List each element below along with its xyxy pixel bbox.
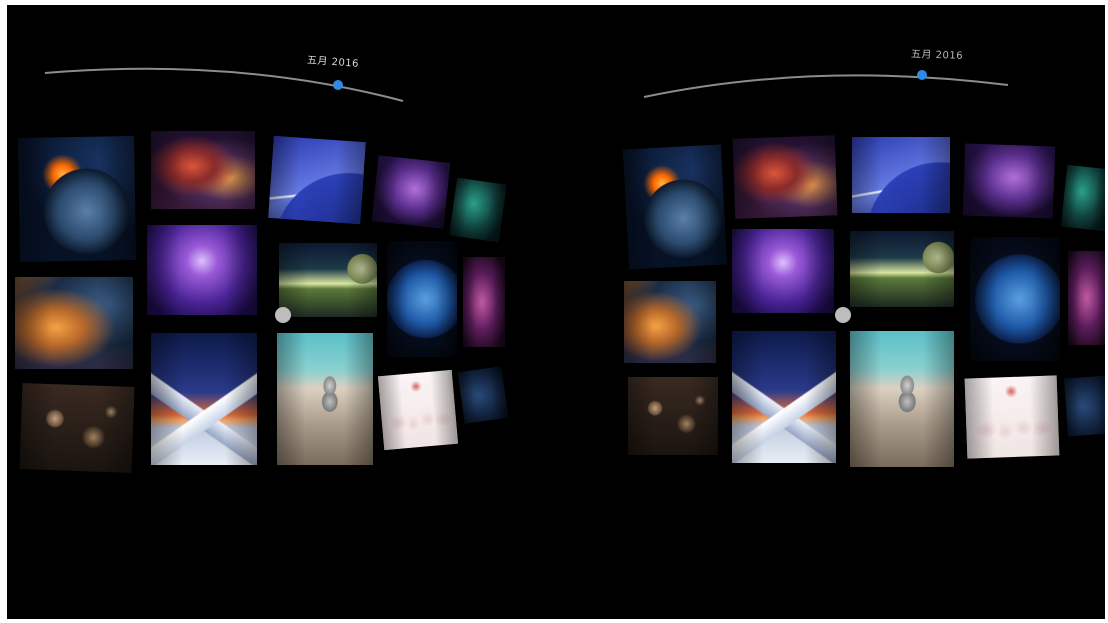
photo-tile-horizon[interactable] — [850, 231, 954, 307]
timeline-handle[interactable] — [917, 70, 927, 80]
photo-tile-planet-fire[interactable] — [17, 135, 137, 263]
photo-grid — [614, 125, 1105, 475]
photo-tile-girls[interactable] — [964, 375, 1060, 459]
photo-tile-pink-nebula[interactable] — [1068, 251, 1105, 345]
photo-tile-planet-arc[interactable] — [268, 135, 366, 225]
left-eye-view: 五月 2016 — [7, 5, 556, 619]
timeline-date-label: 五月 2016 — [910, 49, 964, 62]
photo-tile-asteroids[interactable] — [19, 383, 135, 473]
photo-tile-dark-blue[interactable] — [457, 366, 509, 424]
timeline-track[interactable] — [643, 74, 1009, 98]
gaze-cursor-dot — [275, 307, 291, 323]
photo-grid — [15, 125, 515, 475]
photo-tile-mountain[interactable] — [151, 333, 257, 465]
photo-tile-planet-arc[interactable] — [852, 137, 950, 213]
photo-tile-nebula-teal[interactable] — [449, 177, 507, 243]
photo-tile-nebula-orange[interactable] — [15, 277, 133, 369]
photo-tile-horizon[interactable] — [279, 243, 377, 317]
gaze-cursor-dot — [835, 307, 851, 323]
photo-tile-nebula-red[interactable] — [151, 131, 255, 209]
timeline-scrubber[interactable] — [556, 5, 1105, 125]
right-eye-view: 五月 2016 — [556, 5, 1105, 619]
photo-tile-nebula-red[interactable] — [732, 135, 838, 219]
photo-tile-earth[interactable] — [970, 237, 1060, 361]
photo-tile-girls[interactable] — [377, 369, 459, 451]
photo-tile-nebula-violet[interactable] — [962, 143, 1056, 219]
timeline-handle[interactable] — [333, 80, 343, 90]
photo-tile-stones[interactable] — [850, 331, 954, 467]
photo-tile-nebula-purple[interactable] — [147, 225, 257, 315]
photo-tile-stones[interactable] — [277, 333, 373, 465]
photo-tile-asteroids[interactable] — [628, 377, 718, 455]
photo-tile-nebula-purple[interactable] — [732, 229, 834, 313]
photo-tile-nebula-orange[interactable] — [624, 281, 716, 363]
photo-tile-earth[interactable] — [387, 241, 457, 357]
photo-tile-nebula-teal[interactable] — [1060, 164, 1105, 232]
photo-tile-planet-fire[interactable] — [622, 144, 728, 270]
vr-viewport: 五月 2016 五月 2016 — [7, 5, 1105, 619]
timeline-track[interactable] — [44, 67, 404, 102]
photo-tile-nebula-violet[interactable] — [371, 155, 451, 229]
timeline-scrubber[interactable] — [7, 5, 556, 125]
photo-tile-dark-blue[interactable] — [1064, 375, 1105, 437]
photo-tile-pink-nebula[interactable] — [463, 257, 505, 347]
photo-tile-mountain[interactable] — [732, 331, 836, 463]
